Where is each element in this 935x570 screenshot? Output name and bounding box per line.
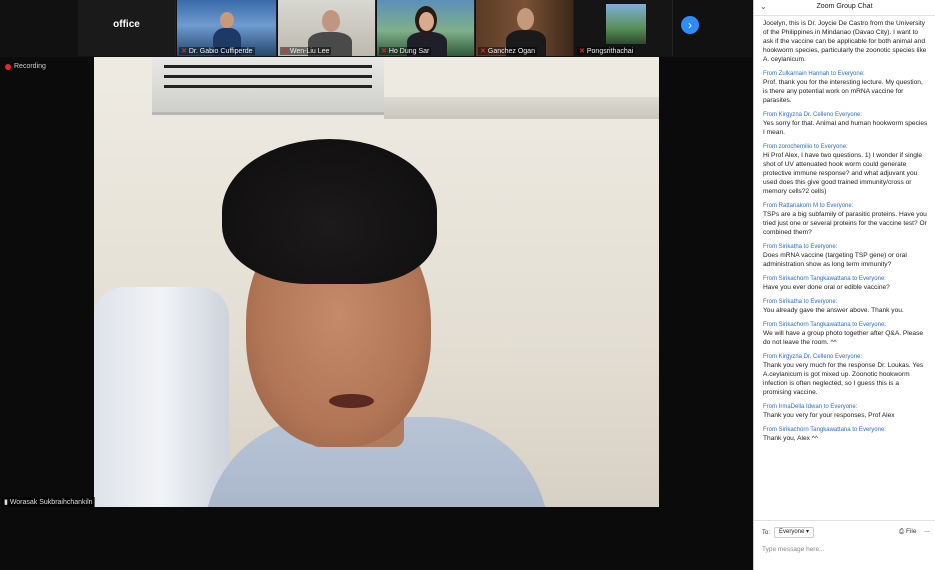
chat-message: From Sirikachorn Tangkawattana to Everyo…: [763, 321, 928, 347]
message-text: You already gave the answer above. Thank…: [763, 307, 904, 314]
message-sender: From Rattanakorn M to Everyone:: [763, 203, 854, 209]
participant-name-1: ✕ Dr. Gabio Cuffiperde: [179, 47, 255, 55]
chat-message: From zorochemilio to Everyone: Hi Prof A…: [763, 143, 928, 196]
chat-message: From Sirikachorn Tangkawattana to Everyo…: [763, 426, 928, 443]
recording-label: Recording: [14, 63, 46, 70]
mic-icon: ▮: [4, 499, 8, 506]
speaker-hair: [222, 139, 437, 284]
vent-line: [164, 85, 372, 88]
wall-pipe: [384, 97, 659, 119]
message-sender: From Kirgyzna Dr. Celleno Everyone:: [763, 354, 863, 360]
message-text: We will have a group photo together afte…: [763, 330, 924, 346]
chat-panel: ⌄ Zoom Group Chat Jocelyn, this is Dr. J…: [753, 0, 935, 570]
message-text: Have you ever done oral or edible vaccin…: [763, 284, 890, 291]
participant-thumbnail: [606, 4, 646, 44]
more-options-button[interactable]: ...: [924, 527, 930, 534]
chevron-right-icon: ›: [688, 18, 692, 32]
participant-head: [517, 8, 534, 30]
muted-mic-icon: ✕: [480, 48, 486, 55]
participant-name-office: office: [113, 19, 140, 30]
chat-message: From Sirikatha to Everyone: Does mRNA va…: [763, 243, 928, 269]
chat-messages[interactable]: Jocelyn, this is Dr. Joycie De Castro fr…: [754, 17, 935, 520]
message-sender: From Sirikatha to Everyone:: [763, 299, 838, 305]
chat-message: From Zulkarnain Hannah to Everyone: Prof…: [763, 70, 928, 105]
participant-head: [419, 12, 434, 31]
participant-tile-office[interactable]: office: [78, 0, 176, 56]
participant-name-5: ✕ Pongsrithachai: [577, 47, 636, 55]
chat-message: From Sirikatha to Everyone: You already …: [763, 298, 928, 315]
chat-message: From Rattanakorn M to Everyone: TSPs are…: [763, 202, 928, 237]
record-dot-icon: [5, 63, 11, 70]
participant-tile-1[interactable]: ✕ Dr. Gabio Cuffiperde: [177, 0, 277, 56]
participant-tile-2[interactable]: ✕ Wen-Liu Lee: [278, 0, 376, 56]
participant-head: [322, 10, 340, 32]
muted-mic-icon: ✕: [381, 48, 387, 55]
recipient-select[interactable]: Everyone ▾: [774, 527, 815, 538]
speaker-name-label: ▮ Worasak Sukbraihchankiln: [2, 497, 95, 507]
message-text: Yes sorry for that. Animal and human hoo…: [763, 120, 928, 136]
participant-tile-5[interactable]: ✕ Pongsrithachai: [575, 0, 673, 56]
message-sender: From Zulkarnain Hannah to Everyone:: [763, 71, 865, 77]
message-text: Hi Prof Alex, I have two questions. 1) I…: [763, 152, 923, 195]
message-sender: From Sirikachorn Tangkawattana to Everyo…: [763, 276, 886, 282]
participant-name-4: ✕ Ganchez Ogan: [478, 47, 537, 55]
participant-tile-3[interactable]: ✕ Ho Dung Sar: [377, 0, 475, 56]
message-sender: From Kirgyzna Dr. Celleno Everyone:: [763, 112, 863, 118]
message-text: Prof. thank you for the interesting lect…: [763, 79, 923, 104]
participant-name-3: ✕ Ho Dung Sar: [379, 47, 432, 55]
chat-title: Zoom Group Chat: [816, 3, 873, 10]
chat-message: From Kirgyzna Dr. Celleno Everyone: Yes …: [763, 111, 928, 137]
message-sender: From zorochemilio to Everyone:: [763, 144, 848, 150]
participant-name-2: ✕ Wen-Liu Lee: [280, 47, 332, 55]
chat-composer: To: Everyone ▾ ⎙ File ...: [754, 520, 935, 570]
file-button[interactable]: ⎙ File: [899, 528, 917, 536]
lab-coat: [94, 287, 229, 507]
participant-tile-4[interactable]: ✕ Ganchez Ogan: [476, 0, 574, 56]
zoom-meeting-window: office ✕ Dr. Gabio Cuffiperde ✕ Wen-Liu Le…: [0, 0, 935, 570]
to-label: To:: [762, 530, 771, 536]
vent-line: [164, 75, 372, 78]
chat-message-input[interactable]: [762, 542, 930, 556]
bottom-area: [0, 507, 752, 570]
speaker-mouth: [329, 394, 374, 408]
message-text: TSPs are a big subfamily of parasitic pr…: [763, 211, 927, 236]
message-text: Does mRNA vaccine (targeting TSP gene) o…: [763, 252, 907, 268]
air-conditioner: [152, 57, 384, 115]
gallery-next-button[interactable]: ›: [681, 16, 699, 34]
message-sender: From Sirikachorn Tangkawattana to Everyo…: [763, 322, 886, 328]
muted-mic-icon: ✕: [181, 48, 187, 55]
vent-line: [164, 65, 372, 68]
recording-indicator: Recording: [5, 63, 46, 70]
participant-head: [220, 12, 234, 28]
chat-message: Jocelyn, this is Dr. Joycie De Castro fr…: [763, 20, 927, 63]
chat-message: From Kirgyzna Dr. Celleno Everyone: Than…: [763, 353, 928, 397]
chat-message: From Sirikachorn Tangkawattana to Everyo…: [763, 275, 928, 292]
message-sender: From Sirikatha to Everyone:: [763, 244, 838, 250]
muted-mic-icon: ✕: [282, 48, 288, 55]
message-text: Thank you very much for the response Dr.…: [763, 362, 924, 396]
chat-header: ⌄ Zoom Group Chat: [754, 0, 935, 16]
message-sender: From Sirikachorn Tangkawattana to Everyo…: [763, 427, 886, 433]
participant-gallery: office ✕ Dr. Gabio Cuffiperde ✕ Wen-Liu Le…: [0, 0, 752, 57]
message-text: Thank you, Alex ^^: [763, 435, 818, 442]
message-text: Thank you very for your responses, Prof …: [763, 412, 895, 419]
chat-message: From IrmaDella Idwan to Everyone: Thank …: [763, 403, 928, 420]
muted-mic-icon: ✕: [579, 48, 585, 55]
message-sender: From IrmaDella Idwan to Everyone:: [763, 404, 858, 410]
active-speaker-video[interactable]: [94, 57, 659, 507]
file-icon: ⎙: [899, 528, 907, 535]
